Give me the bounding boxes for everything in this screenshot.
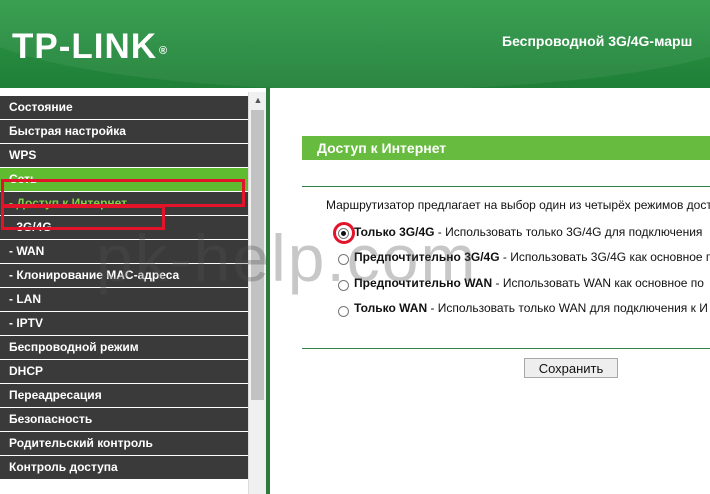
option-only-3g4g: Только 3G/4G - Использовать только 3G/4G…: [354, 225, 702, 239]
device-title: Беспроводной 3G/4G-марш: [502, 33, 693, 49]
sidebar: Состояние Быстрая настройка WPS Сеть - Д…: [0, 88, 267, 494]
sidebar-item-iptv[interactable]: - IPTV: [0, 312, 248, 335]
option-prefer-wan: Предпочтительно WAN - Использовать WAN к…: [354, 276, 704, 290]
option-title: Только WAN: [354, 301, 428, 315]
sidebar-item-wan[interactable]: - WAN: [0, 240, 248, 263]
divider-top: [302, 186, 710, 187]
radio-prefer-3g4g[interactable]: [338, 254, 349, 265]
sidebar-item-mac-clone[interactable]: - Клонирование MAC-адреса: [0, 264, 248, 287]
sidebar-item-network[interactable]: Сеть: [0, 168, 248, 191]
option-prefer-3g4g: Предпочтительно 3G/4G - Использовать 3G/…: [354, 250, 710, 264]
sidebar-item-lan[interactable]: - LAN: [0, 288, 248, 311]
sidebar-item-security[interactable]: Безопасность: [0, 408, 248, 431]
radio-only-wan[interactable]: [338, 306, 349, 317]
radio-only-3g4g[interactable]: [338, 228, 349, 239]
option-text: - Использовать только 3G/4G для подключе…: [434, 225, 703, 239]
logo-text: TP-LINK: [12, 27, 158, 66]
option-text: - Использовать только WAN для подключени…: [427, 301, 708, 315]
option-title: Только 3G/4G: [354, 225, 435, 239]
app-header: TP-LINK ® Беспроводной 3G/4G-марш: [0, 0, 710, 88]
sidebar-item-forwarding[interactable]: Переадресация: [0, 384, 248, 407]
mode-description: Маршрутизатор предлагает на выбор один и…: [326, 198, 710, 212]
option-text: - Использовать WAN как основное по: [492, 276, 704, 290]
sidebar-item-wireless[interactable]: Беспроводной режим: [0, 336, 248, 359]
sidebar-item-internet-access[interactable]: - Доступ к Интернет: [0, 192, 248, 215]
tp-link-logo: TP-LINK ®: [12, 27, 168, 67]
main-content: Доступ к Интернет Маршрутизатор предлага…: [270, 88, 710, 494]
sidebar-item-dhcp[interactable]: DHCP: [0, 360, 248, 383]
sidebar-item-parental-control[interactable]: Родительский контроль: [0, 432, 248, 455]
arrow-up-icon[interactable]: ▲: [249, 92, 267, 109]
sidebar-item-status[interactable]: Состояние: [0, 96, 248, 119]
scrollbar-thumb[interactable]: [251, 110, 264, 400]
sidebar-item-quick-setup[interactable]: Быстрая настройка: [0, 120, 248, 143]
sidebar-menu: Состояние Быстрая настройка WPS Сеть - Д…: [0, 96, 248, 480]
page-title: Доступ к Интернет: [302, 136, 710, 160]
sidebar-scrollbar[interactable]: ▲: [248, 92, 267, 494]
option-text: - Использовать 3G/4G как основное п: [499, 250, 710, 264]
divider-bottom: [302, 348, 710, 349]
option-title: Предпочтительно 3G/4G: [354, 250, 500, 264]
option-title: Предпочтительно WAN: [354, 276, 493, 290]
radio-prefer-wan[interactable]: [338, 280, 349, 291]
save-button[interactable]: Сохранить: [524, 358, 618, 378]
sidebar-item-access-control[interactable]: Контроль доступа: [0, 456, 248, 479]
sidebar-item-wps[interactable]: WPS: [0, 144, 248, 167]
option-only-wan: Только WAN - Использовать только WAN для…: [354, 301, 708, 315]
registered-mark: ®: [159, 45, 169, 57]
sidebar-item-3g4g[interactable]: - 3G/4G: [0, 216, 248, 239]
